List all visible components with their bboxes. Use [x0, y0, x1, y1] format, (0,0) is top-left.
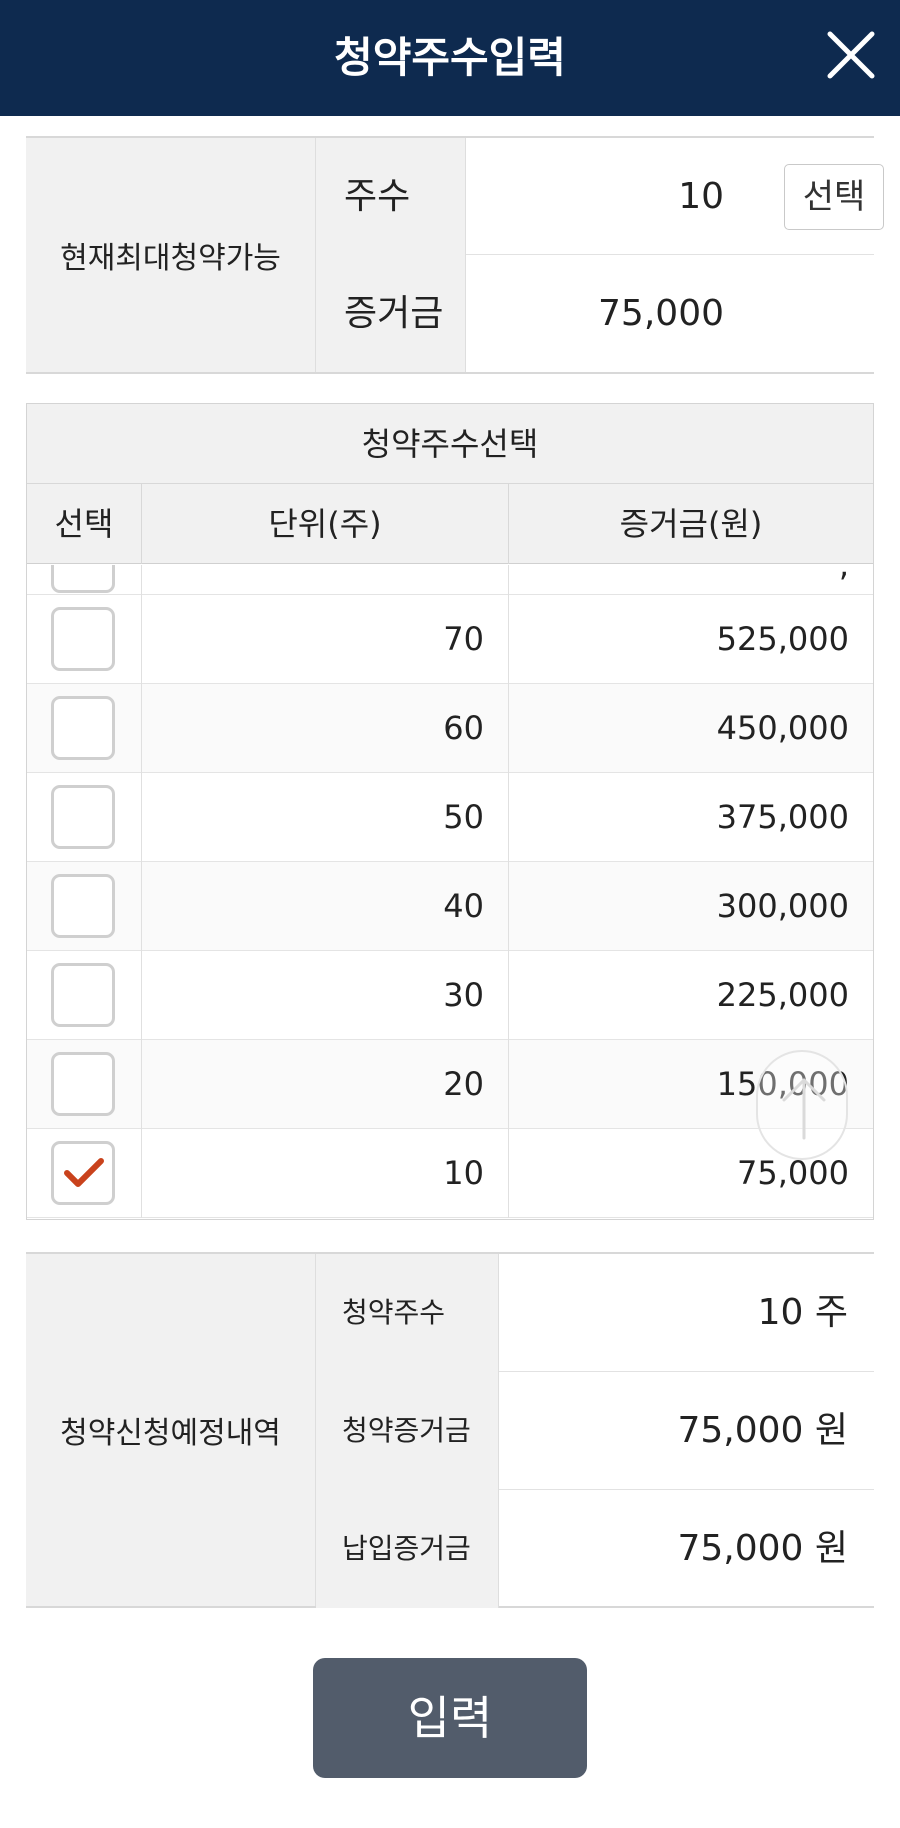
header-bar: 청약주수입력: [0, 0, 900, 116]
unit-cell: 60: [142, 684, 509, 773]
max-deposit-label: 증거금: [316, 255, 466, 372]
summary-shares-value: 10 주: [757, 1292, 848, 1333]
max-shares-row: 주수 10 선택: [316, 138, 884, 255]
close-icon[interactable]: [824, 28, 878, 82]
selection-title: 청약주수선택: [27, 404, 873, 484]
selection-rows[interactable]: , 70 525,000 60 450,000 50 375,000 40 30…: [27, 565, 873, 1219]
summary-deposit-value: 75,000 원: [677, 1410, 848, 1451]
deposit-cell: 450,000: [716, 709, 849, 747]
table-row[interactable]: 30 225,000: [27, 951, 873, 1040]
summary-deposit-label: 청약증거금: [316, 1372, 499, 1490]
deposit-cell: 375,000: [716, 798, 849, 836]
unit-cell: 10: [142, 1129, 509, 1218]
summary-paid-label: 납입증거금: [316, 1490, 499, 1608]
summary-deposit-row: 청약증거금 75,000 원: [316, 1372, 874, 1490]
select-button[interactable]: 선택: [784, 164, 884, 230]
max-available-table: 현재최대청약가능 주수 10 선택 증거금 75,000: [26, 136, 884, 374]
checkbox-cell: [27, 1129, 142, 1218]
max-shares-value: 10: [678, 176, 724, 217]
checkbox-cell: [27, 773, 142, 862]
table-row[interactable]: 10 75,000: [27, 1129, 873, 1218]
checkbox-cell: [27, 565, 142, 595]
checkbox-cell: [27, 595, 142, 684]
page-title: 청약주수입력: [334, 33, 566, 82]
share-selection-table: 청약주수선택 선택 단위(주) 증거금(원) , 70 525,000 60 4…: [26, 403, 874, 1220]
column-unit: 단위(주): [142, 484, 509, 564]
summary-label: 청약신청예정내역: [26, 1254, 316, 1606]
table-row[interactable]: 70 525,000: [27, 595, 873, 684]
table-row[interactable]: 50 375,000: [27, 773, 873, 862]
unit-cell: 40: [142, 862, 509, 951]
submit-button[interactable]: 입력: [313, 1658, 587, 1778]
max-available-label: 현재최대청약가능: [26, 138, 316, 372]
deposit-cell: 225,000: [716, 976, 849, 1014]
checkbox[interactable]: [51, 785, 115, 849]
unit-cell: 70: [142, 595, 509, 684]
table-row[interactable]: 60 450,000: [27, 684, 873, 773]
application-summary-table: 청약신청예정내역 청약주수 10 주 청약증거금 75,000 원 납입증거금 …: [26, 1252, 874, 1608]
unit-cell: 20: [142, 1040, 509, 1129]
checkbox-checked[interactable]: [51, 1141, 115, 1205]
checkbox[interactable]: [51, 696, 115, 760]
table-row[interactable]: 20 150,000: [27, 1040, 873, 1129]
unit-cell: 30: [142, 951, 509, 1040]
unit-cell: [142, 565, 509, 595]
max-deposit-value: 75,000: [598, 293, 724, 334]
selection-header: 선택 단위(주) 증거금(원): [27, 484, 873, 564]
checkbox-cell: [27, 862, 142, 951]
max-deposit-row: 증거금 75,000: [316, 255, 874, 372]
checkmark-icon: [64, 1158, 104, 1187]
checkbox[interactable]: [51, 607, 115, 671]
column-select: 선택: [27, 484, 142, 564]
table-row: ,: [27, 565, 873, 595]
summary-paid-value: 75,000 원: [677, 1528, 848, 1569]
deposit-cell: 300,000: [716, 887, 849, 925]
table-row[interactable]: 40 300,000: [27, 862, 873, 951]
checkbox[interactable]: [51, 963, 115, 1027]
checkbox-cell: [27, 951, 142, 1040]
checkbox[interactable]: [51, 874, 115, 938]
column-deposit: 증거금(원): [619, 505, 763, 543]
checkbox-cell: [27, 1040, 142, 1129]
deposit-cell: 525,000: [716, 620, 849, 658]
unit-cell: 50: [142, 773, 509, 862]
checkbox-cell: [27, 684, 142, 773]
arrow-up-icon: [782, 1078, 826, 1140]
summary-paid-row: 납입증거금 75,000 원: [316, 1490, 874, 1608]
scroll-to-top-button[interactable]: [756, 1050, 848, 1160]
summary-shares-row: 청약주수 10 주: [316, 1254, 874, 1372]
deposit-cell: ,: [838, 565, 849, 584]
checkbox[interactable]: [51, 565, 115, 593]
summary-shares-label: 청약주수: [316, 1254, 499, 1372]
checkbox[interactable]: [51, 1052, 115, 1116]
max-shares-label: 주수: [316, 138, 466, 255]
